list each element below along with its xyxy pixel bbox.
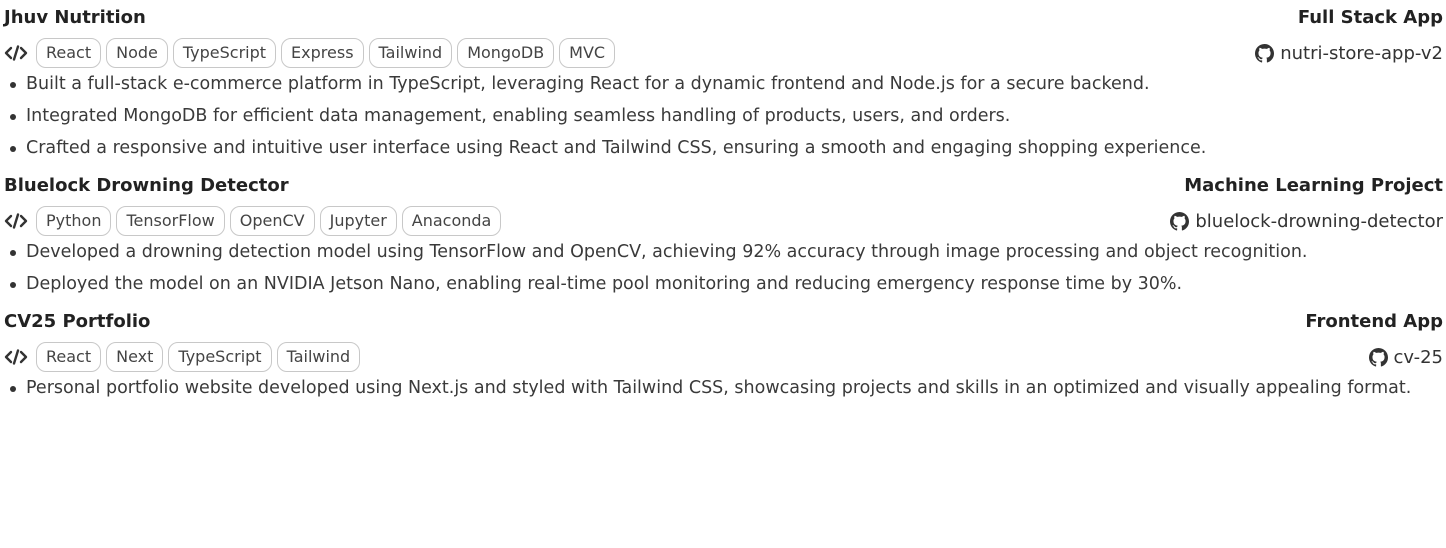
tech-tag: React <box>36 38 102 68</box>
project-bullets: Developed a drowning detection model usi… <box>4 240 1443 296</box>
tech-tag: TensorFlow <box>116 206 225 236</box>
tech-tag: Jupyter <box>319 206 397 236</box>
tech-stack: React Node TypeScript Express Tailwind M… <box>4 38 620 68</box>
repo-link[interactable]: cv-25 <box>1368 346 1443 368</box>
project-name: Bluelock Drowning Detector <box>4 174 289 196</box>
project-bullets: Personal portfolio website developed usi… <box>4 376 1443 400</box>
project-header: Bluelock Drowning Detector Machine Learn… <box>4 168 1443 202</box>
code-icon <box>4 211 30 231</box>
tech-tag: Anaconda <box>401 206 502 236</box>
project-tech-row: React Next TypeScript Tailwind cv-25 <box>4 338 1443 376</box>
project-bullets: Built a full-stack e-commerce platform i… <box>4 72 1443 160</box>
project-header: Jhuv Nutrition Full Stack App <box>4 0 1443 34</box>
code-icon <box>4 43 30 63</box>
tech-tag: Express <box>281 38 364 68</box>
project-tech-row: Python TensorFlow OpenCV Jupyter Anacond… <box>4 202 1443 240</box>
project-type: Machine Learning Project <box>1184 174 1443 196</box>
project-entry: Bluelock Drowning Detector Machine Learn… <box>4 168 1443 296</box>
list-item: Deployed the model on an NVIDIA Jetson N… <box>4 272 1443 296</box>
project-name: Jhuv Nutrition <box>4 6 146 28</box>
project-type: Frontend App <box>1305 310 1443 332</box>
github-icon <box>1170 211 1190 231</box>
tech-tag: MVC <box>559 38 616 68</box>
tech-tag: OpenCV <box>229 206 315 236</box>
list-item: Crafted a responsive and intuitive user … <box>4 136 1443 160</box>
tech-tag: TypeScript <box>172 38 277 68</box>
tech-tag: TypeScript <box>168 342 272 372</box>
tech-tag: Tailwind <box>276 342 361 372</box>
projects-section: Jhuv Nutrition Full Stack App React Node… <box>0 0 1446 548</box>
github-icon <box>1255 43 1275 63</box>
list-item: Personal portfolio website developed usi… <box>4 376 1443 400</box>
repo-link[interactable]: nutri-store-app-v2 <box>1255 43 1443 64</box>
project-header: CV25 Portfolio Frontend App <box>4 304 1443 338</box>
code-icon <box>4 347 30 367</box>
repo-name: bluelock-drowning-detector <box>1195 210 1443 232</box>
list-item: Built a full-stack e-commerce platform i… <box>4 72 1443 96</box>
tech-stack: Python TensorFlow OpenCV Jupyter Anacond… <box>4 206 506 236</box>
tech-tag: Node <box>106 38 168 68</box>
repo-link[interactable]: bluelock-drowning-detector <box>1170 211 1443 232</box>
project-entry: Jhuv Nutrition Full Stack App React Node… <box>4 0 1443 160</box>
tech-tag: React <box>36 342 102 372</box>
list-item: Integrated MongoDB for efficient data ma… <box>4 104 1443 128</box>
list-item: Developed a drowning detection model usi… <box>4 240 1443 264</box>
github-icon <box>1368 347 1388 367</box>
project-name: CV25 Portfolio <box>4 310 151 332</box>
project-entry: CV25 Portfolio Frontend App React Next T… <box>4 304 1443 400</box>
project-type: Full Stack App <box>1297 6 1443 28</box>
tech-tag: Next <box>106 342 164 372</box>
tech-tag: Tailwind <box>368 38 453 68</box>
tech-tag: Python <box>36 206 112 236</box>
tech-tag: MongoDB <box>457 38 555 68</box>
project-tech-row: React Node TypeScript Express Tailwind M… <box>4 34 1443 72</box>
tech-stack: React Next TypeScript Tailwind <box>4 342 365 372</box>
repo-name: cv-25 <box>1393 346 1443 368</box>
repo-name: nutri-store-app-v2 <box>1280 42 1443 64</box>
